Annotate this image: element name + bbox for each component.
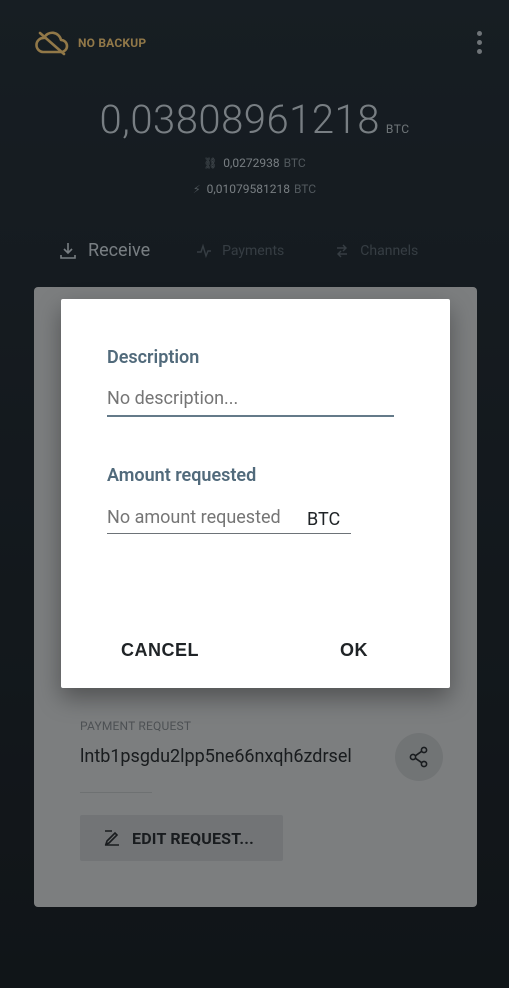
description-input[interactable]	[107, 388, 394, 409]
cancel-button[interactable]: CANCEL	[121, 640, 199, 661]
amount-underline	[107, 533, 351, 534]
description-label: Description	[107, 347, 200, 368]
amount-label: Amount requested	[107, 465, 257, 486]
description-underline	[107, 415, 394, 417]
ok-button[interactable]: OK	[340, 640, 368, 661]
request-dialog: Description Amount requested	[61, 299, 450, 688]
amount-unit: BTC	[307, 509, 341, 530]
